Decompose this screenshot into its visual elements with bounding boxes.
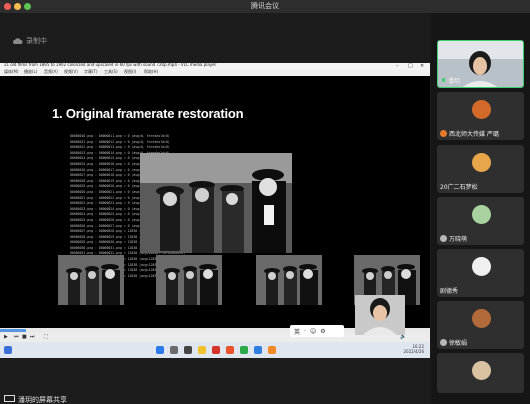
presenter-camera <box>355 295 405 335</box>
chat-app-icon[interactable] <box>240 346 248 354</box>
participant-avatar <box>472 361 491 380</box>
menu-item-subtitle[interactable]: 字幕(T) <box>84 69 98 75</box>
menu-item-tools[interactable]: 工具(S) <box>104 69 118 75</box>
ime-language[interactable]: 英 <box>294 327 300 336</box>
film-still-thumbnail <box>58 255 124 305</box>
vlc-window-title: 21 old films from 1895 to 1902 colorized… <box>4 62 217 67</box>
recording-badge[interactable]: 录制中 <box>8 34 51 48</box>
stop-icon[interactable]: ■ <box>22 334 27 340</box>
participant-tile[interactable] <box>437 353 524 393</box>
participant-name-row: 潘玥 <box>441 76 460 85</box>
fullscreen-icon[interactable]: ⛶ <box>44 334 48 340</box>
start-icon[interactable] <box>156 346 164 354</box>
menu-item-playback[interactable]: 播放(L) <box>24 69 37 75</box>
search-icon[interactable] <box>170 346 178 354</box>
muted-mic-icon <box>440 339 447 346</box>
participant-avatar <box>472 257 491 276</box>
system-clock: 16:22 2022/4/26 <box>403 344 424 354</box>
muted-mic-icon <box>440 130 447 137</box>
share-footer: 潘玥的屏幕共享 <box>0 394 430 404</box>
menu-item-audio[interactable]: 音频(A) <box>44 69 58 75</box>
next-icon[interactable]: ⏭ <box>30 334 35 340</box>
participant-tile[interactable]: 西北师大传媒 严璐 <box>437 92 524 140</box>
film-still-thumbnail <box>156 255 222 305</box>
participant-name: 20广二石梦松 <box>440 184 478 191</box>
maximize-icon[interactable]: □ <box>408 63 413 70</box>
menu-item-help[interactable]: 帮助(H) <box>144 69 158 75</box>
participant-tile[interactable]: 剧德秀 <box>437 249 524 297</box>
participant-avatar <box>472 100 491 119</box>
slide-title: 1. Original framerate restoration <box>52 106 244 121</box>
participant-tile[interactable]: 徐敏娟 <box>437 301 524 349</box>
menu-item-view[interactable]: 视图(I) <box>124 69 136 75</box>
participant-name-row: 徐敏娟 <box>440 338 467 347</box>
cloud-icon <box>13 38 23 44</box>
participant-name-row: 剧德秀 <box>440 286 458 295</box>
participants-panel: 潘玥 西北师大传媒 严璐 20广二石梦松 万晓萌 剧德秀 徐敏娟 <box>431 13 530 404</box>
monitor-icon <box>4 395 15 402</box>
participant-tile[interactable]: 20广二石梦松 <box>437 145 524 193</box>
participant-name: 西北师大传媒 严璐 <box>449 131 499 138</box>
meeting-app-icon[interactable] <box>254 346 262 354</box>
meeting-window: 腾讯会议 录制中 21 old films from 1895 to 1902 … <box>0 0 530 404</box>
menu-item-media[interactable]: 媒体(M) <box>4 69 19 75</box>
participant-name: 剧德秀 <box>440 288 459 295</box>
previous-icon[interactable]: ⏮ <box>14 334 19 340</box>
ime-toolbar[interactable]: 英 · ☺ ⚙ <box>290 325 344 337</box>
windows-taskbar: 16:22 2022/4/26 <box>0 342 430 358</box>
participant-name: 潘玥 <box>448 78 461 85</box>
minimize-icon[interactable]: – <box>396 63 399 70</box>
participant-name-row: 万晓萌 <box>440 234 467 243</box>
title-bar: 腾讯会议 <box>0 0 530 13</box>
close-icon[interactable]: ✕ <box>420 63 424 70</box>
browser-icon[interactable] <box>226 346 234 354</box>
vlc-icon[interactable] <box>268 346 276 354</box>
file-explorer-icon[interactable] <box>198 346 206 354</box>
emoji-icon[interactable]: ☺ <box>310 328 316 335</box>
participant-name: 万晓萌 <box>449 236 468 243</box>
video-canvas[interactable]: 1. Original framerate restoration 000000… <box>0 76 430 328</box>
ime-status: · <box>304 327 306 335</box>
film-still-thumbnail <box>256 255 322 305</box>
muted-mic-icon <box>440 235 447 242</box>
play-icon[interactable]: ▶ <box>4 334 8 340</box>
recording-label: 录制中 <box>26 37 47 45</box>
participant-avatar <box>472 309 491 328</box>
sharing-label: 潘玥的屏幕共享 <box>18 396 67 404</box>
app-title: 腾讯会议 <box>251 2 279 10</box>
participant-name-row: 20广二石梦松 <box>440 182 478 191</box>
participant-avatar <box>472 205 491 224</box>
clock-date: 2022/4/26 <box>403 349 424 354</box>
menu-item-video[interactable]: 视频(V) <box>64 69 78 75</box>
pdf-app-icon[interactable] <box>212 346 220 354</box>
task-view-icon[interactable] <box>184 346 192 354</box>
participant-avatar <box>472 153 491 172</box>
participant-tile[interactable]: 万晓萌 <box>437 197 524 245</box>
widgets-icon[interactable] <box>4 346 12 354</box>
film-still-large <box>140 153 292 253</box>
participant-tile[interactable]: 潘玥 <box>437 40 524 88</box>
participant-name-row: 西北师大传媒 严璐 <box>440 129 499 138</box>
participant-name: 徐敏娟 <box>449 340 468 347</box>
gear-icon[interactable]: ⚙ <box>320 328 325 335</box>
seek-progress <box>0 329 26 332</box>
microphone-icon <box>442 77 445 82</box>
